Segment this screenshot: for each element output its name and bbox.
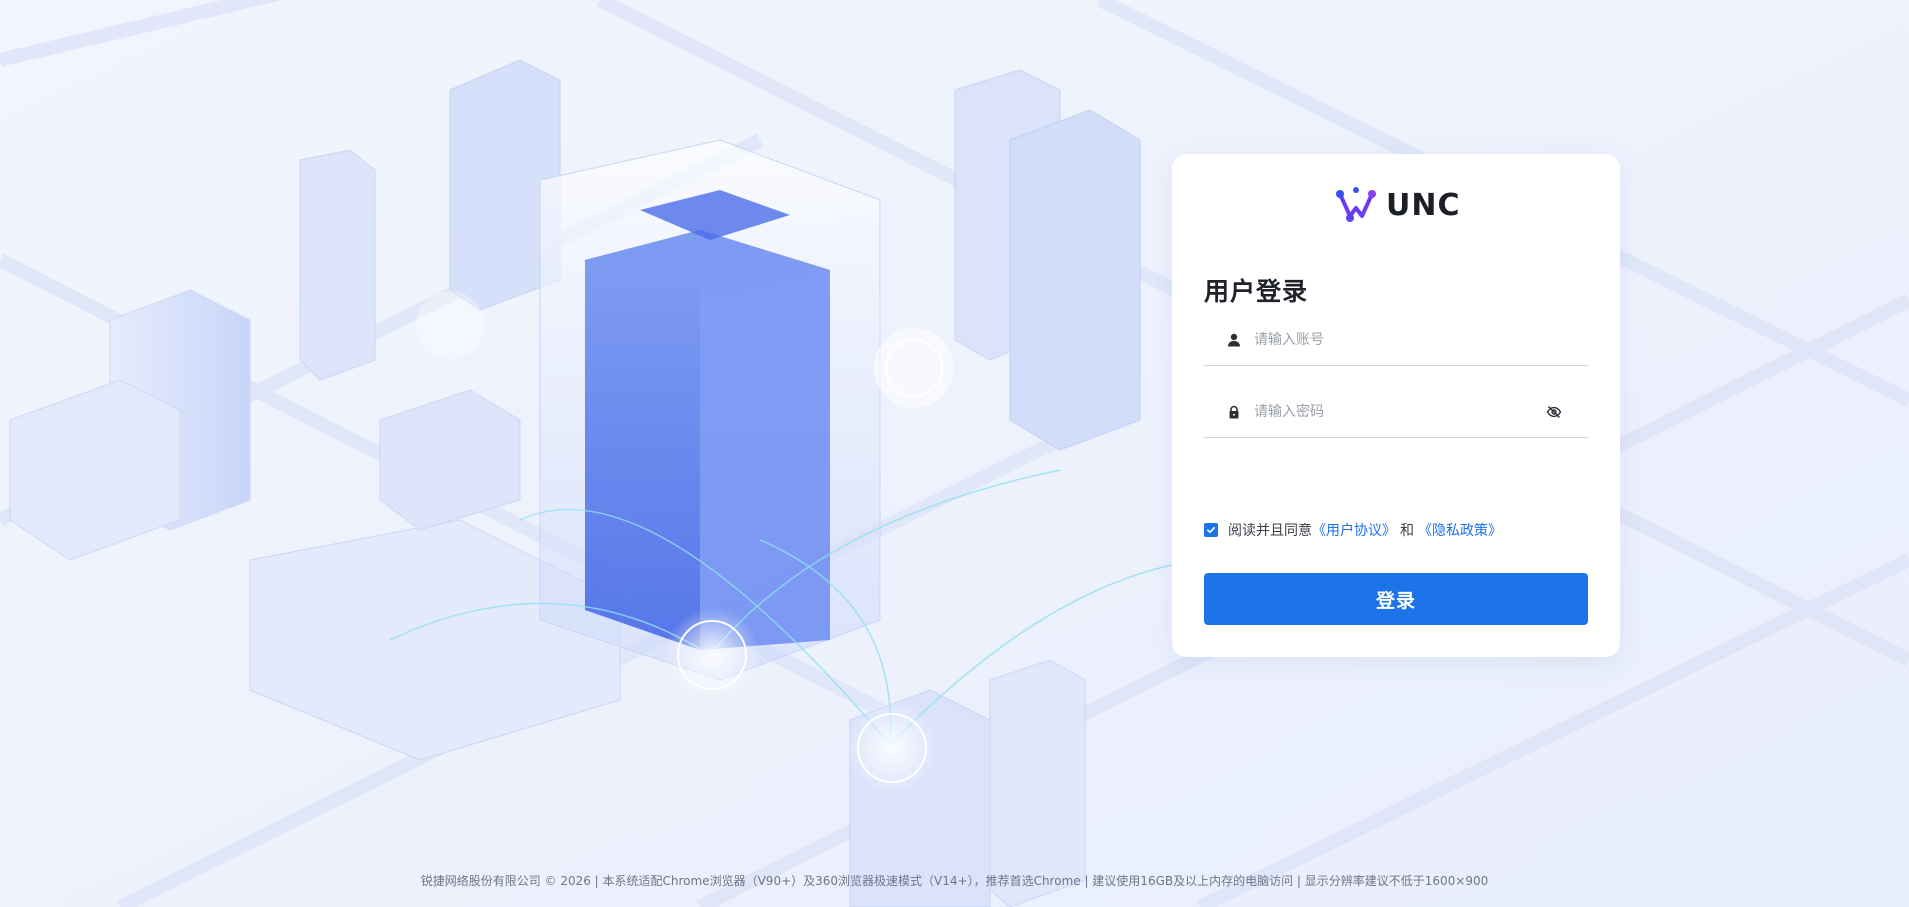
user-agreement-link[interactable]: 《用户协议》 <box>1312 520 1396 540</box>
agreement-row: 阅读并且同意 《用户协议》 和 《隐私政策》 <box>1204 520 1502 540</box>
login-card: UNC 用户登录 阅读并且同意 《用户协议》 和 《隐私政策》 登录 <box>1172 154 1620 657</box>
unc-logo-icon <box>1336 187 1376 222</box>
password-field <box>1204 386 1588 438</box>
footer-copyright: 锐捷网络股份有限公司 © 2026 | 本系统适配Chrome浏览器（V90+）… <box>420 874 1489 888</box>
account-field <box>1204 314 1588 366</box>
user-icon <box>1224 330 1244 350</box>
account-input[interactable] <box>1254 324 1588 355</box>
agreement-checkbox[interactable] <box>1204 523 1218 537</box>
privacy-policy-link[interactable]: 《隐私政策》 <box>1418 520 1502 540</box>
agreement-and: 和 <box>1400 523 1414 539</box>
agreement-prefix: 阅读并且同意 <box>1228 523 1312 539</box>
lock-icon <box>1224 402 1244 422</box>
eye-slash-icon[interactable] <box>1542 400 1566 424</box>
brand-logo-text: UNC <box>1386 188 1461 223</box>
page-title: 用户登录 <box>1204 277 1309 306</box>
brand-logo: UNC <box>1332 184 1472 228</box>
city-illustration-background <box>0 0 1909 907</box>
password-input[interactable] <box>1254 396 1542 427</box>
login-button[interactable]: 登录 <box>1204 573 1588 625</box>
